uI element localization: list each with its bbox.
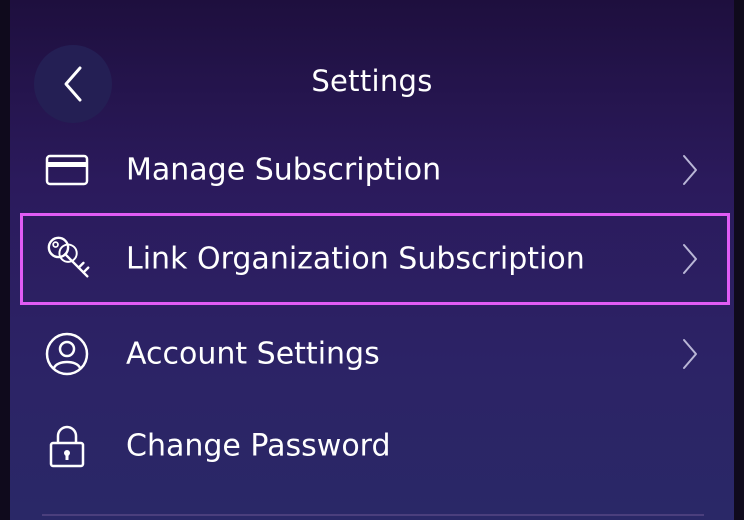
menu-item-label: Link Organization Subscription — [126, 241, 585, 277]
menu-item-label: Manage Subscription — [126, 152, 442, 188]
credit-card-icon — [42, 145, 92, 195]
lock-icon — [42, 421, 92, 471]
menu-item-link-organization-subscription[interactable]: Link Organization Subscription — [20, 213, 730, 305]
chevron-right-icon — [678, 150, 702, 190]
menu-item-manage-subscription[interactable]: Manage Subscription — [20, 124, 730, 216]
user-circle-icon — [42, 329, 92, 379]
chevron-right-icon — [678, 334, 702, 374]
header: Settings — [0, 0, 744, 130]
keys-icon — [45, 234, 95, 284]
menu-item-label: Change Password — [126, 428, 391, 464]
menu-item-label: Account Settings — [126, 336, 380, 372]
menu-item-account-settings[interactable]: Account Settings — [20, 308, 730, 400]
menu-item-change-password[interactable]: Change Password — [20, 400, 730, 492]
chevron-right-icon — [678, 239, 702, 279]
page-title: Settings — [311, 64, 433, 98]
divider — [42, 514, 704, 516]
